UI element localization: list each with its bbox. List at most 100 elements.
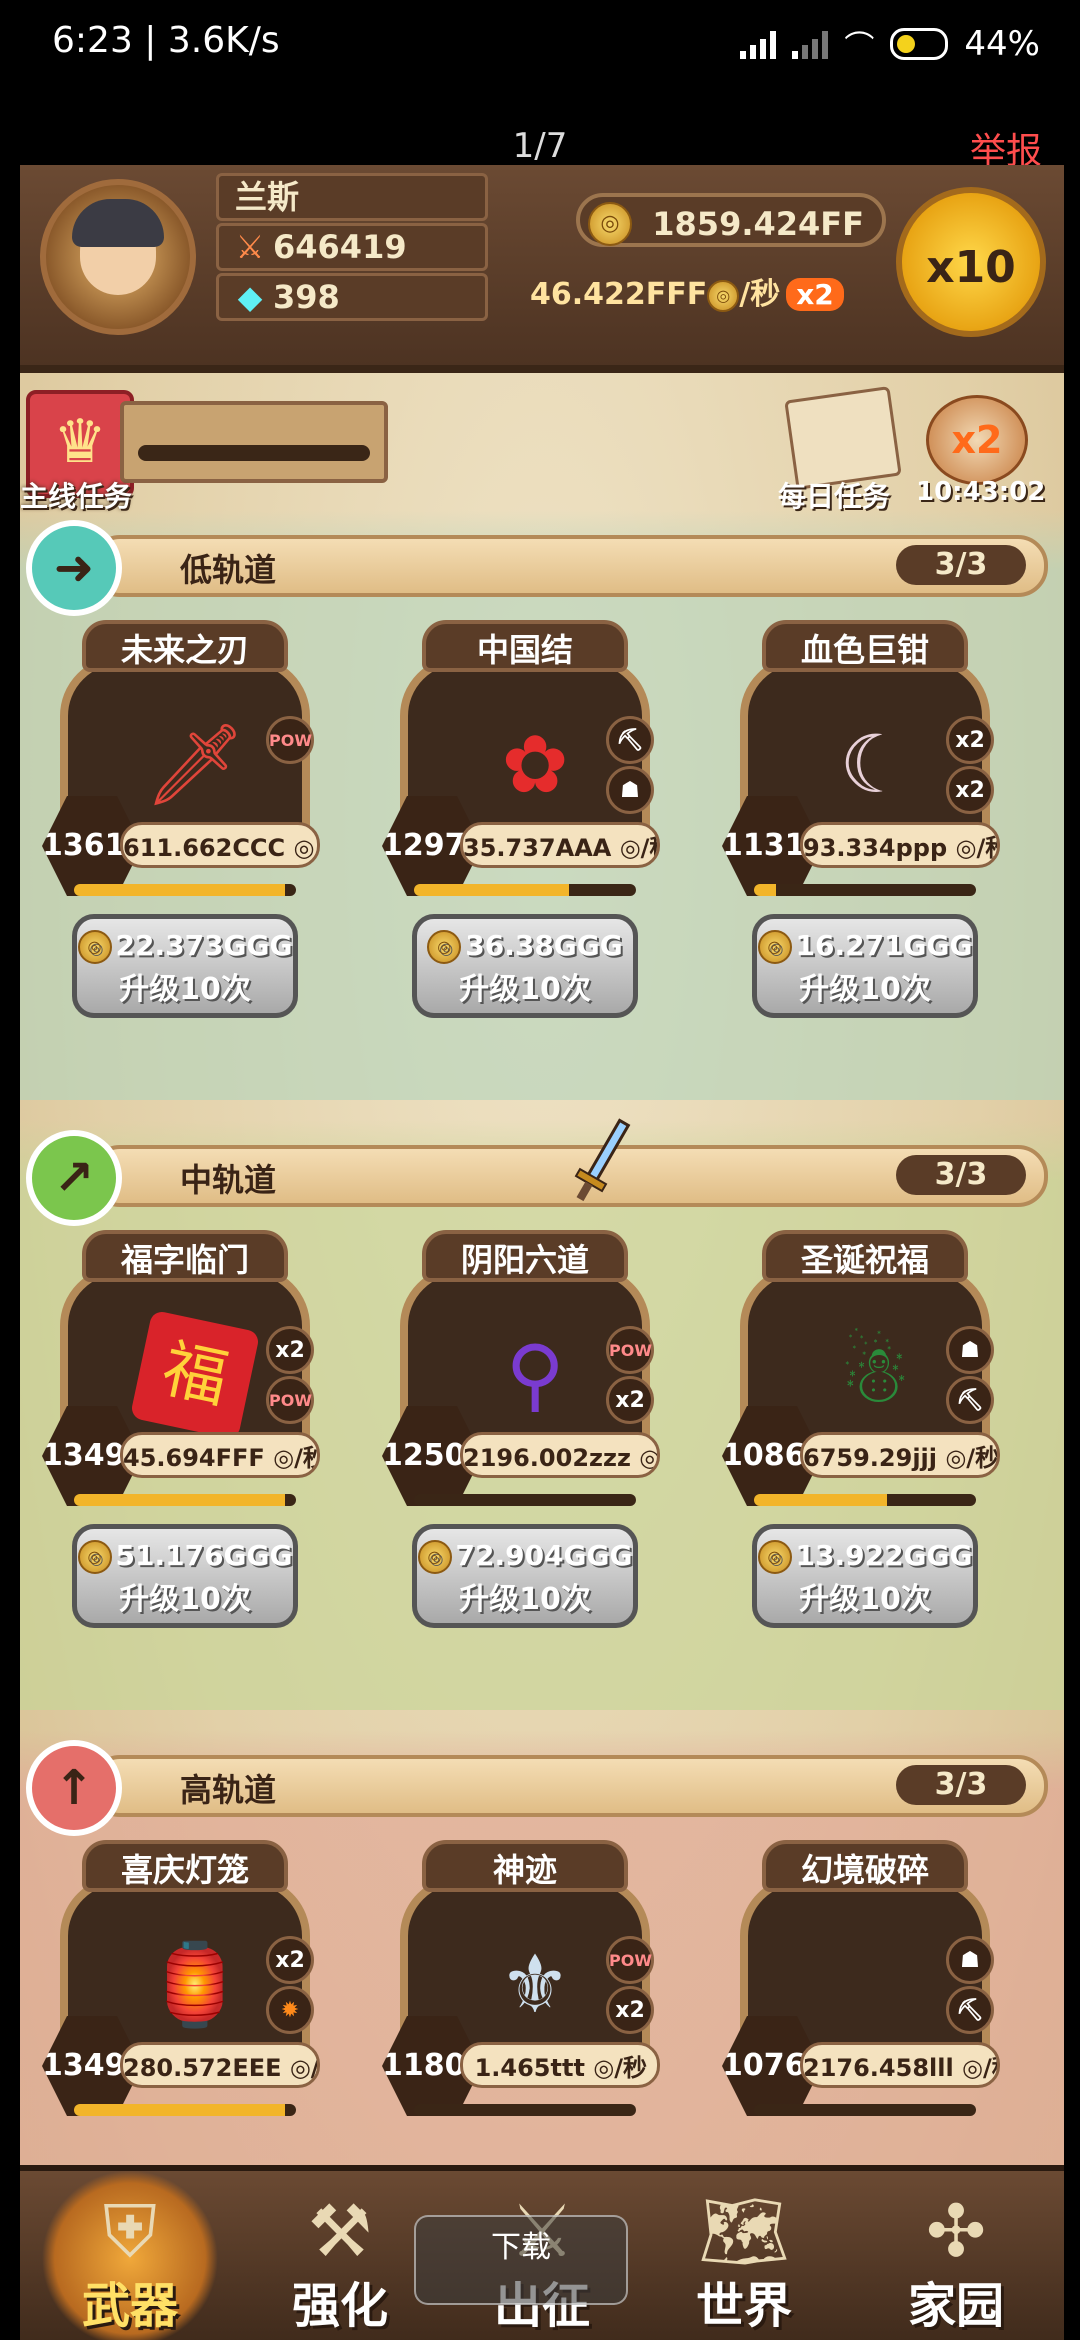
earn-value: 2196.002zzz (463, 1444, 631, 1472)
gem-row: ◆ 398 (216, 273, 488, 321)
upgrade-button[interactable]: ◎ 13.922GGG 升级10次 (752, 1524, 978, 1628)
weapon-card[interactable]: 中国结 ✿ ⛏ ☗ 12970 35.737AAA ◎/秒 ◎36.38GGG … (382, 620, 660, 1020)
signal-icon (740, 29, 777, 59)
nav-home[interactable]: ✣ 家园 (866, 2171, 1046, 2340)
avatar[interactable] (40, 179, 196, 335)
income-rate-unit: /秒 (739, 277, 781, 312)
shadow-icon: ☗ (946, 1326, 994, 1374)
x2-badge: x2 (606, 1376, 654, 1424)
weapon-title: 血色巨钳 (762, 620, 968, 672)
x2-badge: x2 (946, 716, 994, 764)
shadow-icon: ☗ (606, 766, 654, 814)
track-name: 低轨道 (180, 551, 277, 589)
gem-value: 398 (273, 278, 340, 316)
x2-badge: x2 (266, 1936, 314, 1984)
weapon-progress (414, 884, 636, 896)
shadow-icon: ☗ (946, 1936, 994, 1984)
weapon-earn: 611.662CCC ◎/秒 (120, 822, 320, 868)
boost-button[interactable]: x2 (926, 395, 1028, 485)
upgrade-label: 升级10次 (799, 972, 931, 1007)
upgrade-cost: 36.38GGG (465, 929, 623, 962)
track-count: 3/3 (896, 1155, 1026, 1195)
main-quest-progress[interactable] (120, 401, 388, 483)
weapon-earn: 2196.002zzz ◎/秒 (460, 1432, 660, 1478)
upgrade-cost: 22.373GGG (115, 929, 293, 962)
weapon-title: 中国结 (422, 620, 628, 672)
lantern-icon: 🏮 (145, 1938, 245, 2031)
power-value: 646419 (273, 228, 407, 266)
trident-icon: ⚜ (499, 1938, 571, 2031)
daily-quest-label[interactable]: 每日任务 (778, 475, 890, 515)
download-button[interactable]: 下载 (414, 2215, 628, 2305)
diamond-icon: ◆ (237, 278, 263, 316)
crossed-swords-icon: ⚔ (235, 228, 265, 266)
upgrade-label: 升级10次 (119, 972, 251, 1007)
coin-icon: ◎ (427, 930, 462, 964)
game-area: 兰斯 ⚔ 646419 ◆ 398 ◎ 1859.424FF 46.422FFF ◎/秒… (20, 165, 1064, 2340)
coin-icon: ◎ (77, 1540, 112, 1574)
earn-value: 280.572EEE (123, 2054, 282, 2082)
nav-world[interactable]: 🗺 世界 (654, 2171, 834, 2340)
weapon-progress (754, 884, 976, 896)
earn-value: 6759.29jjj (803, 1444, 937, 1472)
track-mid: 中轨道 3/3 ↗ 福字临门 福 x2 POW 13490 45.694FFF … (20, 1120, 1064, 1710)
nav-label: 强化 (291, 2278, 388, 2334)
boost-timer: 10:43:02 (916, 477, 1046, 507)
earn-value: 93.334ppp (803, 834, 948, 862)
christmas-book-icon: ☃ (839, 1328, 911, 1421)
weapon-card[interactable]: 福字临门 福 x2 POW 13490 45.694FFF ◎/秒 ◎51.17… (42, 1230, 320, 1630)
weapon-card[interactable]: 未来之刃 🗡 POW 13610 611.662CCC ◎/秒 ◎22.373G… (42, 620, 320, 1020)
weapon-earn: 93.334ppp ◎/秒 (800, 822, 1000, 868)
upgrade-button[interactable]: ◎ 36.38GGG 升级10次 (412, 914, 638, 1018)
weapon-card[interactable]: 阴阳六道 ⚲ POW x2 12500 2196.002zzz ◎/秒 ◎72.… (382, 1230, 660, 1630)
main-quest-label[interactable]: 主线任务 (20, 475, 132, 515)
weapon-earn: 35.737AAA ◎/秒 (460, 822, 660, 868)
staff-icon: ⚲ (505, 1328, 565, 1421)
nav-label: 家园 (907, 2278, 1004, 2334)
pow-badge: POW (266, 716, 314, 764)
coin-icon: ◎ (417, 1540, 452, 1574)
track-count: 3/3 (896, 1765, 1026, 1805)
upgrade-button[interactable]: ◎ 22.373GGG 升级10次 (72, 914, 298, 1018)
arrow-right-icon: ➜ (26, 520, 122, 616)
upgrade-cost: 16.271GGG (795, 929, 973, 962)
upgrade-button[interactable]: ◎ 16.271GGG 升级10次 (752, 914, 978, 1018)
upgrade-button[interactable]: ◎ 72.904GGG 升级10次 (412, 1524, 638, 1628)
upgrade-button[interactable]: ◎ 51.176GGG 升级10次 (72, 1524, 298, 1628)
nav-label: 武器 (81, 2278, 178, 2334)
nav-enhance[interactable]: ⚒ 强化 (250, 2171, 430, 2340)
nav-weapons[interactable]: ⛨ 武器 (40, 2171, 220, 2340)
status-bar: 6:23 | 3.6K/s ⌒ 44% (0, 0, 1080, 90)
status-time: 6:23 | 3.6K/s (52, 20, 280, 61)
x2-badge: x2 (946, 766, 994, 814)
wifi-icon: ⌒ (844, 30, 875, 65)
weapon-earn: 6759.29jjj ◎/秒 (800, 1432, 1000, 1478)
weapon-earn: 1.465ttt ◎/秒 (460, 2042, 660, 2088)
axe-icon: ⛏ (946, 1376, 994, 1424)
weapon-title: 圣诞祝福 (762, 1230, 968, 1282)
income-rate: 46.422FFF ◎/秒 x2 (530, 269, 844, 313)
arrow-up-icon: ↑ (26, 1740, 122, 1836)
weapon-card[interactable]: 血色巨钳 ☾ x2 x2 11310 93.334ppp ◎/秒 ◎16.271… (722, 620, 1000, 1020)
axe-icon: ⛏ (606, 716, 654, 764)
weapon-title: 福字临门 (82, 1230, 288, 1282)
signal-2-icon (792, 29, 829, 59)
weapon-title: 幻境破碎 (762, 1840, 968, 1892)
weapon-progress (74, 2104, 296, 2116)
upgrade-cost: 72.904GGG (455, 1539, 633, 1572)
track-header: 低轨道 3/3 (90, 535, 1048, 597)
power-row: ⚔ 646419 (216, 223, 488, 271)
arrow-up-right-icon: ↗ (26, 1130, 122, 1226)
fu-icon: 福 (129, 1309, 261, 1441)
battery-icon (890, 28, 949, 60)
coin-icon: ◎ (588, 202, 632, 246)
coin-icon: ◎ (757, 1540, 792, 1574)
track-header: 高轨道 3/3 (90, 1755, 1048, 1817)
weapon-progress (754, 2104, 976, 2116)
weapon-progress (414, 2104, 636, 2116)
multiplier-button[interactable]: x10 (896, 187, 1046, 337)
weapon-title: 神迹 (422, 1840, 628, 1892)
weapon-title: 未来之刃 (82, 620, 288, 672)
weapon-card[interactable]: 圣诞祝福 ☃ ☗ ⛏ 10860 6759.29jjj ◎/秒 ◎ 13.922G… (722, 1230, 1000, 1630)
coin-value: 1859.424FF (652, 205, 864, 243)
